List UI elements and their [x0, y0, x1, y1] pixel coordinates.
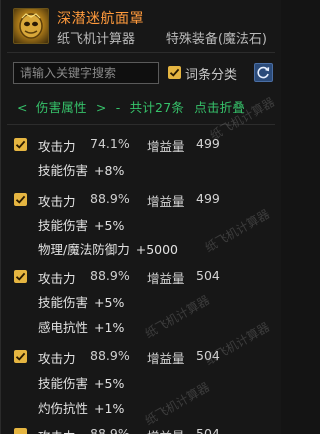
sub-attribute: 灼伤抗性 +1% [38, 398, 124, 417]
attribute-percent: 88.9% [90, 268, 130, 283]
filter-label[interactable]: 词条分类 [185, 64, 237, 83]
item-name: 深潜迷航面罩 [57, 11, 144, 27]
sub-attribute-name: 技能伤害 [38, 218, 89, 233]
gain-value: 504 [196, 426, 220, 434]
summary-count: 共计27条 [129, 100, 185, 115]
item-type: 特殊装备(魔法石) [165, 32, 267, 47]
summary-dash: - [115, 100, 121, 115]
gain-label: 增益量 [147, 194, 185, 209]
sub-attribute-value: +5% [94, 376, 125, 391]
gain-label: 增益量 [147, 271, 185, 286]
attribute-percent: 88.9% [90, 348, 130, 363]
attribute-name: 攻击力 [38, 426, 76, 434]
sub-attribute: 技能伤害 +5% [38, 373, 124, 392]
attribute-name: 攻击力 [38, 271, 76, 286]
refresh-icon [257, 66, 270, 79]
category-summary[interactable]: < 伤害属性 > - 共计27条 点击折叠 [17, 97, 245, 116]
attribute-percent: 88.9% [90, 191, 130, 206]
search-input[interactable] [13, 62, 159, 84]
watermark: 纸飞机计算器 [142, 292, 212, 341]
gain-value: 504 [196, 268, 220, 283]
attribute-row: 攻击力 88.9% 增益量 499 [1, 191, 282, 209]
attribute-entry: 攻击力 88.9% 增益量 504 [1, 426, 282, 434]
sub-attribute: 技能伤害 +5% [38, 292, 124, 311]
summary-left-bracket: < [17, 100, 28, 115]
header-divider [7, 52, 275, 53]
sub-attribute: 物理/魔法防御力 +5000 [38, 239, 178, 258]
item-header: 深潜迷航面罩 纸飞机计算器 特殊装备(魔法石) [9, 6, 275, 47]
attribute-row: 攻击力 74.1% 增益量 499 [1, 136, 282, 154]
attribute-percent: 88.9% [90, 426, 130, 434]
sub-attribute-name: 技能伤害 [38, 295, 89, 310]
sub-attribute-name: 技能伤害 [38, 163, 89, 178]
summary-category: 伤害属性 [35, 100, 87, 115]
attribute-name: 攻击力 [38, 351, 76, 366]
sub-attribute: 技能伤害 +8% [38, 160, 124, 179]
sub-attribute-value: +5% [94, 218, 125, 233]
sub-attribute-value: +8% [94, 163, 125, 178]
attribute-name: 攻击力 [38, 139, 76, 154]
check-icon [169, 68, 180, 77]
attribute-row: 攻击力 88.9% 增益量 504 [1, 426, 282, 434]
watermark: 纸飞机计算器 [142, 379, 212, 428]
summary-divider [7, 124, 275, 125]
attribute-name: 攻击力 [38, 194, 76, 209]
refresh-button[interactable] [254, 63, 273, 82]
gain-label: 增益量 [147, 426, 185, 434]
sub-attribute: 感电抗性 +1% [38, 317, 124, 336]
item-source: 纸飞机计算器 [57, 32, 136, 47]
sub-attribute-value: +5% [94, 295, 125, 310]
gain-value: 499 [196, 191, 220, 206]
sub-attribute-value: +1% [94, 401, 125, 416]
watermark: 纸飞机计算器 [202, 206, 272, 255]
sub-attribute: 技能伤害 +5% [38, 215, 124, 234]
sub-attribute-value: +1% [94, 320, 125, 335]
gain-label: 增益量 [147, 351, 185, 366]
gain-value: 504 [196, 348, 220, 363]
attribute-row: 攻击力 88.9% 增益量 504 [1, 348, 282, 366]
filter-checkbox[interactable] [168, 66, 181, 79]
sub-attribute-name: 灼伤抗性 [38, 401, 89, 416]
sub-attribute-name: 感电抗性 [38, 320, 89, 335]
gain-value: 499 [196, 136, 220, 151]
attribute-row: 攻击力 88.9% 增益量 504 [1, 268, 282, 286]
sub-attribute-value: +5000 [135, 242, 179, 257]
collapse-toggle[interactable]: 点击折叠 [194, 97, 245, 116]
item-detail-panel: 深潜迷航面罩 纸飞机计算器 特殊装备(魔法石) 词条分类 < 伤害属性 > - … [0, 0, 281, 434]
gain-label: 增益量 [147, 139, 185, 154]
sub-attribute-name: 物理/魔法防御力 [38, 242, 130, 257]
summary-right-bracket: > [95, 100, 107, 115]
gold-mask-icon [13, 8, 49, 44]
attribute-percent: 74.1% [90, 136, 130, 151]
sub-attribute-name: 技能伤害 [38, 376, 89, 391]
